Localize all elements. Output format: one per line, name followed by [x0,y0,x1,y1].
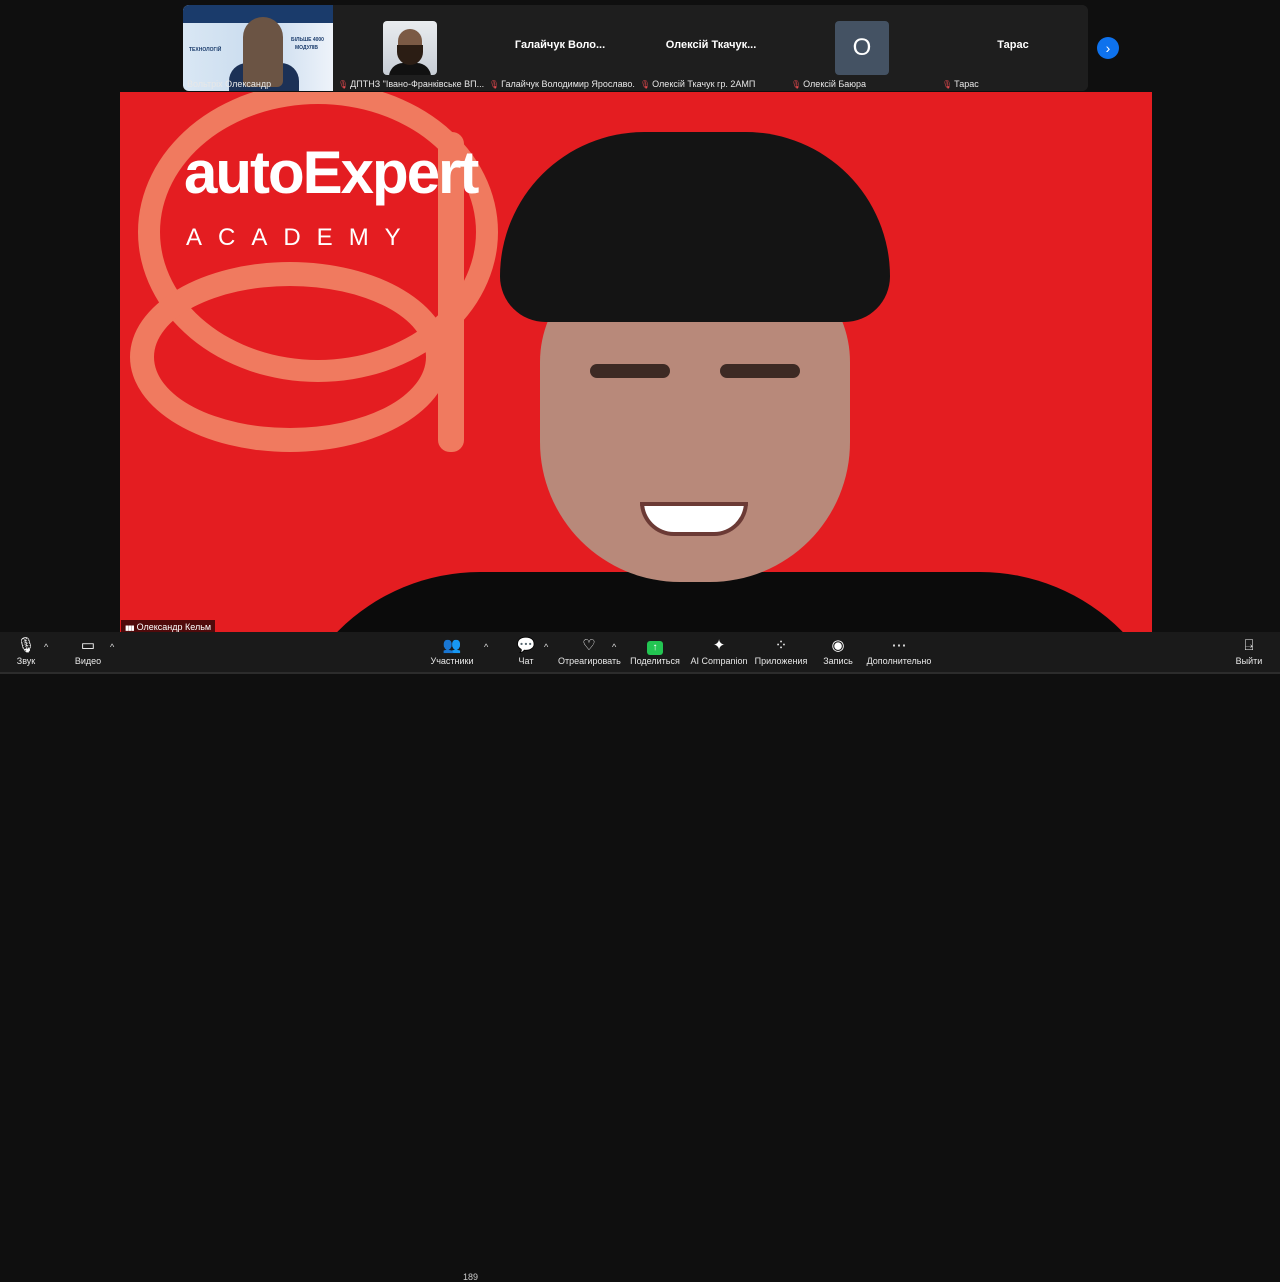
participant-name: 🎙 ДПТНЗ "Івано-Франківське ВП... [338,79,484,89]
apps-icon: ⁘ [774,637,788,654]
sparkle-icon: ✦ [712,637,726,654]
heart-icon: ♡ [582,637,596,654]
participant-tile[interactable]: ТЕХНОЛОГІЙ БІЛЬШЕ 4000 МОДУЛІВ Вольтріх … [183,5,333,91]
exit-icon: ⍈ [1244,637,1254,654]
participant-title: Олексій Ткачук... [665,39,757,51]
main-video: autoExpert academy [120,92,1152,632]
brand-subtitle: academy [186,224,417,251]
participant-name: 🎙 Тарас [942,79,979,89]
participant-name: Вольтріх Олександр [187,79,272,89]
avatar [383,21,437,75]
avatar-initial: О [835,21,889,75]
apps-button[interactable]: ⁘ Приложения [754,636,808,670]
logo-graphic [130,262,450,452]
participant-name: 🎙 Галайчук Володимир Ярославо... [489,79,635,89]
react-button[interactable]: ♡ Отреагировать [558,636,621,670]
camera-icon: ▭ [80,637,96,654]
muted-mic-icon: 🎙 [640,80,651,89]
muted-mic-icon: 🎙 [942,80,953,89]
chat-icon: 💬 [516,637,536,654]
chevron-up-icon[interactable]: ^ [484,642,488,652]
participants-strip: ТЕХНОЛОГІЙ БІЛЬШЕ 4000 МОДУЛІВ Вольтріх … [183,5,1088,91]
muted-mic-icon: 🎙 [791,80,802,89]
participant-tile[interactable]: О 🎙 Олексій Баюра [787,5,937,91]
muted-mic-icon: 🎙 [16,637,36,654]
more-button[interactable]: ⋯ Дополнительно [866,636,932,670]
chevron-up-icon[interactable]: ^ [612,642,616,652]
participant-tile[interactable]: Галайчук Воло... 🎙 Галайчук Володимир Яро… [485,5,635,91]
participant-tile[interactable]: Тарас 🎙 Тарас [938,5,1088,91]
chevron-up-icon[interactable]: ^ [44,642,48,652]
chevron-right-icon[interactable]: › [1097,37,1119,59]
participants-count: 189 [463,1272,479,1282]
participant-name: 🎙 Олексій Баюра [791,79,867,89]
chevron-up-icon[interactable]: ^ [544,642,548,652]
share-icon: ↑ [630,636,680,656]
record-icon: ◉ [831,637,845,654]
participant-title: Галайчук Воло... [514,39,606,51]
participant-tile[interactable]: 🎙 ДПТНЗ "Івано-Франківське ВП... [334,5,484,91]
speaker [500,132,920,632]
chevron-up-icon[interactable]: ^ [110,642,114,652]
more-icon: ⋯ [891,637,907,654]
participant-name: 🎙 Олексій Ткачук гр. 2АМП [640,79,756,89]
record-button[interactable]: ◉ Запись [820,636,856,670]
meeting-toolbar: 🎙 Звук ^ ▭ Видео ^ 👥 Участники 189 ^ 💬 Ч… [0,632,1280,1282]
people-icon: 👥 [442,637,462,654]
thumbnail-text: БІЛЬШЕ 4000 [291,37,324,43]
chat-button[interactable]: 💬 Чат [512,636,540,670]
muted-mic-icon: 🎙 [489,80,500,89]
muted-mic-icon: 🎙 [338,80,349,89]
participant-tile[interactable]: Олексій Ткачук... 🎙 Олексій Ткачук гр. 2А… [636,5,786,91]
audio-button[interactable]: 🎙 Звук [8,636,44,670]
share-button[interactable]: ↑ Поделиться [630,636,680,670]
thumbnail-text: МОДУЛІВ [295,45,319,51]
participant-title: Тарас [997,39,1029,51]
ai-companion-button[interactable]: ✦ AI Companion [690,636,748,670]
video-button[interactable]: ▭ Видео [70,636,106,670]
participants-button[interactable]: 👥 Участники [428,636,476,670]
brand-logo: autoExpert [184,139,479,206]
thumbnail-text: ТЕХНОЛОГІЙ [189,47,222,53]
leave-button[interactable]: ⍈ Выйти [1234,636,1264,670]
